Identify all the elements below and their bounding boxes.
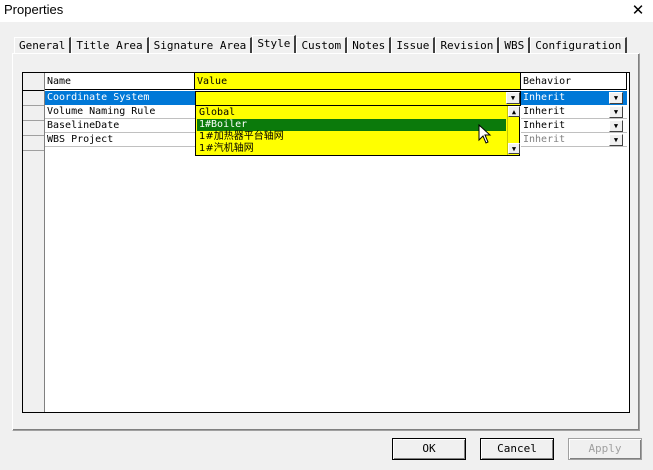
- tab-configuration[interactable]: Configuration: [530, 37, 628, 53]
- mouse-pointer-icon: [478, 124, 492, 144]
- row-header-column: [23, 73, 45, 412]
- window-title: Properties: [4, 2, 64, 17]
- tab-revision[interactable]: Revision: [435, 37, 500, 53]
- chevron-down-icon[interactable]: ▼: [609, 106, 623, 118]
- tab-strip: General Title Area Signature Area Style …: [14, 35, 628, 53]
- dropdown-option[interactable]: Global: [197, 107, 506, 119]
- scroll-up-icon[interactable]: ▲: [508, 106, 520, 117]
- cell-name-wbs-project[interactable]: WBS Project: [45, 133, 195, 147]
- close-icon[interactable]: ✕: [627, 0, 649, 20]
- cell-name-baselinedate[interactable]: BaselineDate: [45, 119, 195, 133]
- cell-name-volume-naming-rule[interactable]: Volume Naming Rule: [45, 105, 195, 119]
- row-header[interactable]: [23, 91, 44, 106]
- tab-signature-area[interactable]: Signature Area: [148, 37, 253, 53]
- chevron-down-icon[interactable]: ▼: [609, 92, 623, 104]
- chevron-down-icon[interactable]: ▼: [609, 120, 623, 132]
- value-combobox[interactable]: [195, 91, 521, 106]
- scroll-down-icon[interactable]: ▼: [508, 143, 520, 154]
- column-header-name[interactable]: Name: [45, 73, 195, 90]
- dropdown-scrollbar[interactable]: ▲ ▼: [507, 106, 520, 155]
- dropdown-option-selected[interactable]: 1#Boiler: [197, 119, 506, 131]
- dropdown-option[interactable]: 1#加热器平台轴网: [197, 131, 506, 143]
- dropdown-option[interactable]: 1#汽机轴网: [197, 143, 506, 155]
- tab-issue[interactable]: Issue: [391, 37, 436, 53]
- value-dropdown-list[interactable]: Global 1#Boiler 1#加热器平台轴网 1#汽机轴网 ▲ ▼: [195, 105, 520, 156]
- column-header-value[interactable]: Value: [195, 73, 521, 90]
- apply-button[interactable]: Apply: [568, 438, 642, 460]
- chevron-down-icon[interactable]: ▼: [506, 92, 520, 104]
- column-header-behavior[interactable]: Behavior: [521, 73, 627, 90]
- row-header[interactable]: [23, 106, 44, 121]
- corner-header: [23, 73, 44, 91]
- tab-style[interactable]: Style: [252, 35, 297, 53]
- chevron-down-icon[interactable]: ▼: [609, 134, 623, 146]
- row-header[interactable]: [23, 121, 44, 136]
- tab-notes[interactable]: Notes: [347, 37, 392, 53]
- tab-custom[interactable]: Custom: [296, 37, 348, 53]
- row-header[interactable]: [23, 136, 44, 151]
- cancel-button[interactable]: Cancel: [480, 438, 554, 460]
- ok-button[interactable]: OK: [392, 438, 466, 460]
- tab-general[interactable]: General: [14, 37, 72, 53]
- tab-wbs[interactable]: WBS: [499, 37, 531, 53]
- title-bar: [0, 0, 653, 22]
- tab-title-area[interactable]: Title Area: [71, 37, 149, 53]
- cell-name-coordinate-system[interactable]: Coordinate System: [45, 91, 195, 105]
